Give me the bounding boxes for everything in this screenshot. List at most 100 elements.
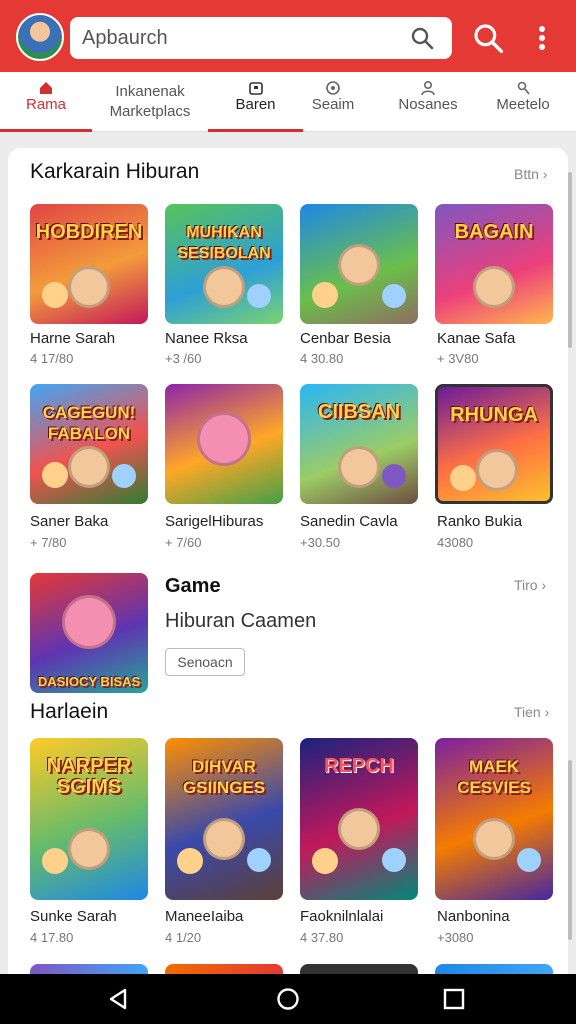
tab-nosanes[interactable]: Nosanes [392,72,464,132]
character-art [62,595,116,649]
character-art [42,848,68,874]
game-name: Nanee Rksa [165,330,248,347]
game-thumbnail[interactable]: DIHVAR GSIINGES [165,738,283,900]
thumbnail-art-text: REPCH [323,755,394,777]
back-icon[interactable] [106,987,130,1011]
game-thumbnail[interactable]: REPCH [300,738,418,900]
next-row-thumbnail[interactable] [165,964,283,974]
next-row-thumbnail[interactable] [435,964,553,974]
see-all-link[interactable]: Tiro › [514,577,546,593]
game-name: Cenbar Besia [300,330,391,347]
search-input[interactable]: Apbaurch [70,17,452,59]
thumbnail-art-text: CAGEGUN! FABALON [42,403,136,443]
character-art [382,284,406,308]
see-all-label: Tien [514,704,541,720]
tab-baren[interactable]: Baren [208,72,303,132]
thumbnail-art-text: BAGAIN [454,221,534,243]
game-thumbnail[interactable]: MAEK CESVIES [435,738,553,900]
character-art [338,446,380,488]
see-all-link[interactable]: Tien › [514,704,549,720]
game-name: Sanedin Cavla [300,513,398,530]
character-art [517,848,541,872]
chevron-right-icon: › [542,166,548,182]
character-art [382,464,406,488]
chevron-right-icon: › [541,577,547,593]
game-thumbnail[interactable]: HOBDIREN [30,204,148,324]
featured-action-button[interactable]: Senoacn [165,648,245,676]
game-thumbnail[interactable]: CIIBSAN [300,384,418,504]
character-art [68,828,110,870]
character-art [312,282,338,308]
game-thumbnail[interactable]: BAGAIN [435,204,553,324]
person-icon [421,80,435,96]
game-count: +3080 [437,930,474,945]
thumbnail-art-text: HOBDIREN [35,221,143,243]
thumbnail-art-text: MAEK CESVIES [457,757,531,797]
recents-icon[interactable] [442,987,466,1011]
tab-label: Nosanes [398,96,458,113]
thumbnail-art-text: CIIBSAN [317,401,401,423]
game-count: 4 17/80 [30,351,74,366]
chevron-right-icon: › [544,704,550,720]
tab-rama[interactable]: Rama [0,72,92,132]
home-circle-icon[interactable] [276,987,300,1011]
tab-seaim[interactable]: Seaim [303,72,363,132]
next-row-thumbnail[interactable] [30,964,148,974]
home-icon [40,82,52,94]
character-art [197,412,251,466]
game-count: 4 30.80 [300,351,344,366]
game-thumbnail[interactable] [165,384,283,504]
top-app-bar: Apbaurch [0,0,576,72]
character-art [382,848,406,872]
next-row-thumbnail[interactable] [300,964,418,974]
character-art [42,282,68,308]
user-search-icon [517,81,530,95]
badge-icon [326,81,340,95]
featured-title: Game [165,575,221,597]
game-thumbnail[interactable]: NARPER SGIMS [30,738,148,900]
game-count: +30.50 [300,535,341,550]
scrollbar[interactable] [568,760,572,940]
search-icon[interactable] [410,26,434,50]
character-art [203,818,245,860]
character-art [338,244,380,286]
character-art [338,808,380,850]
tab-label: Inkanenak Marketplacs [109,83,191,120]
see-all-label: Tiro [514,577,538,593]
featured-subtitle: Hiburan Caamen [165,610,317,632]
game-thumbnail[interactable]: CAGEGUN! FABALON [30,384,148,504]
thumbnail-art-text: NARPER SGIMS [46,755,132,798]
system-nav-bar [0,974,576,1024]
character-art [68,446,110,488]
featured-thumbnail[interactable]: DASIOCY BISAS [30,573,148,693]
game-name: Faoknilnlalai [300,908,384,925]
game-name: Saner Baka [30,513,109,530]
tab-label: Seaim [311,96,355,113]
tab-meetelo[interactable]: Meetelo [490,72,556,132]
scrollbar[interactable] [568,172,572,348]
tab-label: Baren [235,96,276,113]
game-count: 4 17.80 [30,930,74,945]
search-icon[interactable] [472,22,504,54]
game-name: SarigelHiburas [165,513,264,530]
tab-label: Meetelo [496,96,550,113]
character-art [42,462,68,488]
game-thumbnail[interactable]: MUHIKAN SESIBOLAN [165,204,283,324]
game-count: 43080 [437,535,474,550]
game-count: + 7/60 [165,535,202,550]
game-thumbnail[interactable] [300,204,418,324]
game-count: 4 37.80 [300,930,344,945]
more-vert-icon[interactable] [528,22,556,54]
game-name: Ranko Bukia [437,513,523,530]
avatar[interactable] [16,13,64,61]
category-tabs: Rama Inkanenak Marketplacs Baren Seaim N… [0,72,576,132]
see-all-label: Bttn [514,166,539,182]
game-count: + 7/80 [30,535,67,550]
game-count: 4 1/20 [165,930,202,945]
game-thumbnail[interactable]: RHUNGA [435,384,553,504]
see-all-link[interactable]: Bttn › [514,166,547,182]
thumbnail-art-text: DIHVAR GSIINGES [182,757,266,797]
character-art [450,465,476,491]
tab-marketplace[interactable]: Inkanenak Marketplacs [100,76,200,136]
game-name: Sunke Sarah [30,908,117,925]
